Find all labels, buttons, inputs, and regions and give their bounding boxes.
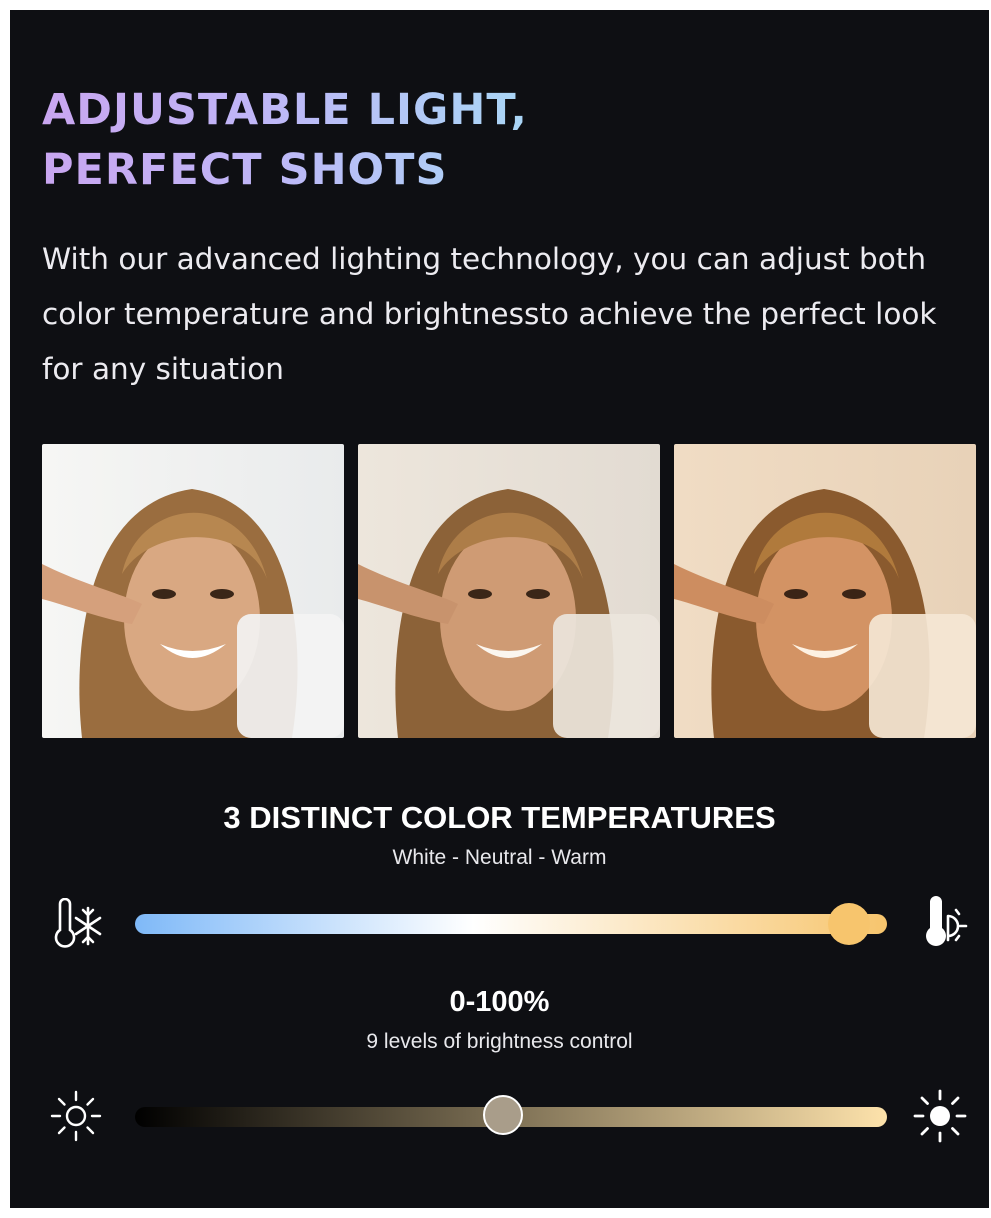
portrait-image — [42, 444, 344, 738]
portrait-image — [358, 444, 660, 738]
intro-text: With our advanced lighting technology, y… — [42, 242, 937, 386]
color-temperature-title: 3 DISTINCT COLOR TEMPERATURES — [223, 800, 776, 835]
color-temperature-subtitle: White - Neutral - Warm — [392, 846, 607, 869]
brightness-title: 0-100% — [449, 986, 550, 1018]
photo-strip — [42, 444, 976, 738]
photo-neutral-light — [358, 444, 660, 738]
headline-line-2: PERFECT SHOTS — [42, 145, 448, 195]
headline: ADJUSTABLE LIGHT, PERFECT SHOTS — [42, 80, 528, 200]
brightness-subtitle: 9 levels of brightness control — [366, 1030, 633, 1053]
dim-sun-icon — [50, 1090, 102, 1142]
portrait-image — [674, 444, 976, 738]
bright-sun-icon — [913, 1089, 967, 1143]
color-temperature-knob[interactable] — [828, 903, 871, 945]
cold-thermometer-icon — [54, 898, 102, 948]
photo-white-light — [42, 444, 344, 738]
photo-warm-light — [674, 444, 976, 738]
warm-thermometer-icon — [926, 896, 968, 946]
feature-panel: ADJUSTABLE LIGHT, PERFECT SHOTS With our… — [10, 10, 989, 1208]
brightness-knob[interactable] — [483, 1095, 524, 1135]
color-temperature-track[interactable] — [135, 914, 887, 934]
headline-line-1: ADJUSTABLE LIGHT, — [42, 85, 528, 135]
